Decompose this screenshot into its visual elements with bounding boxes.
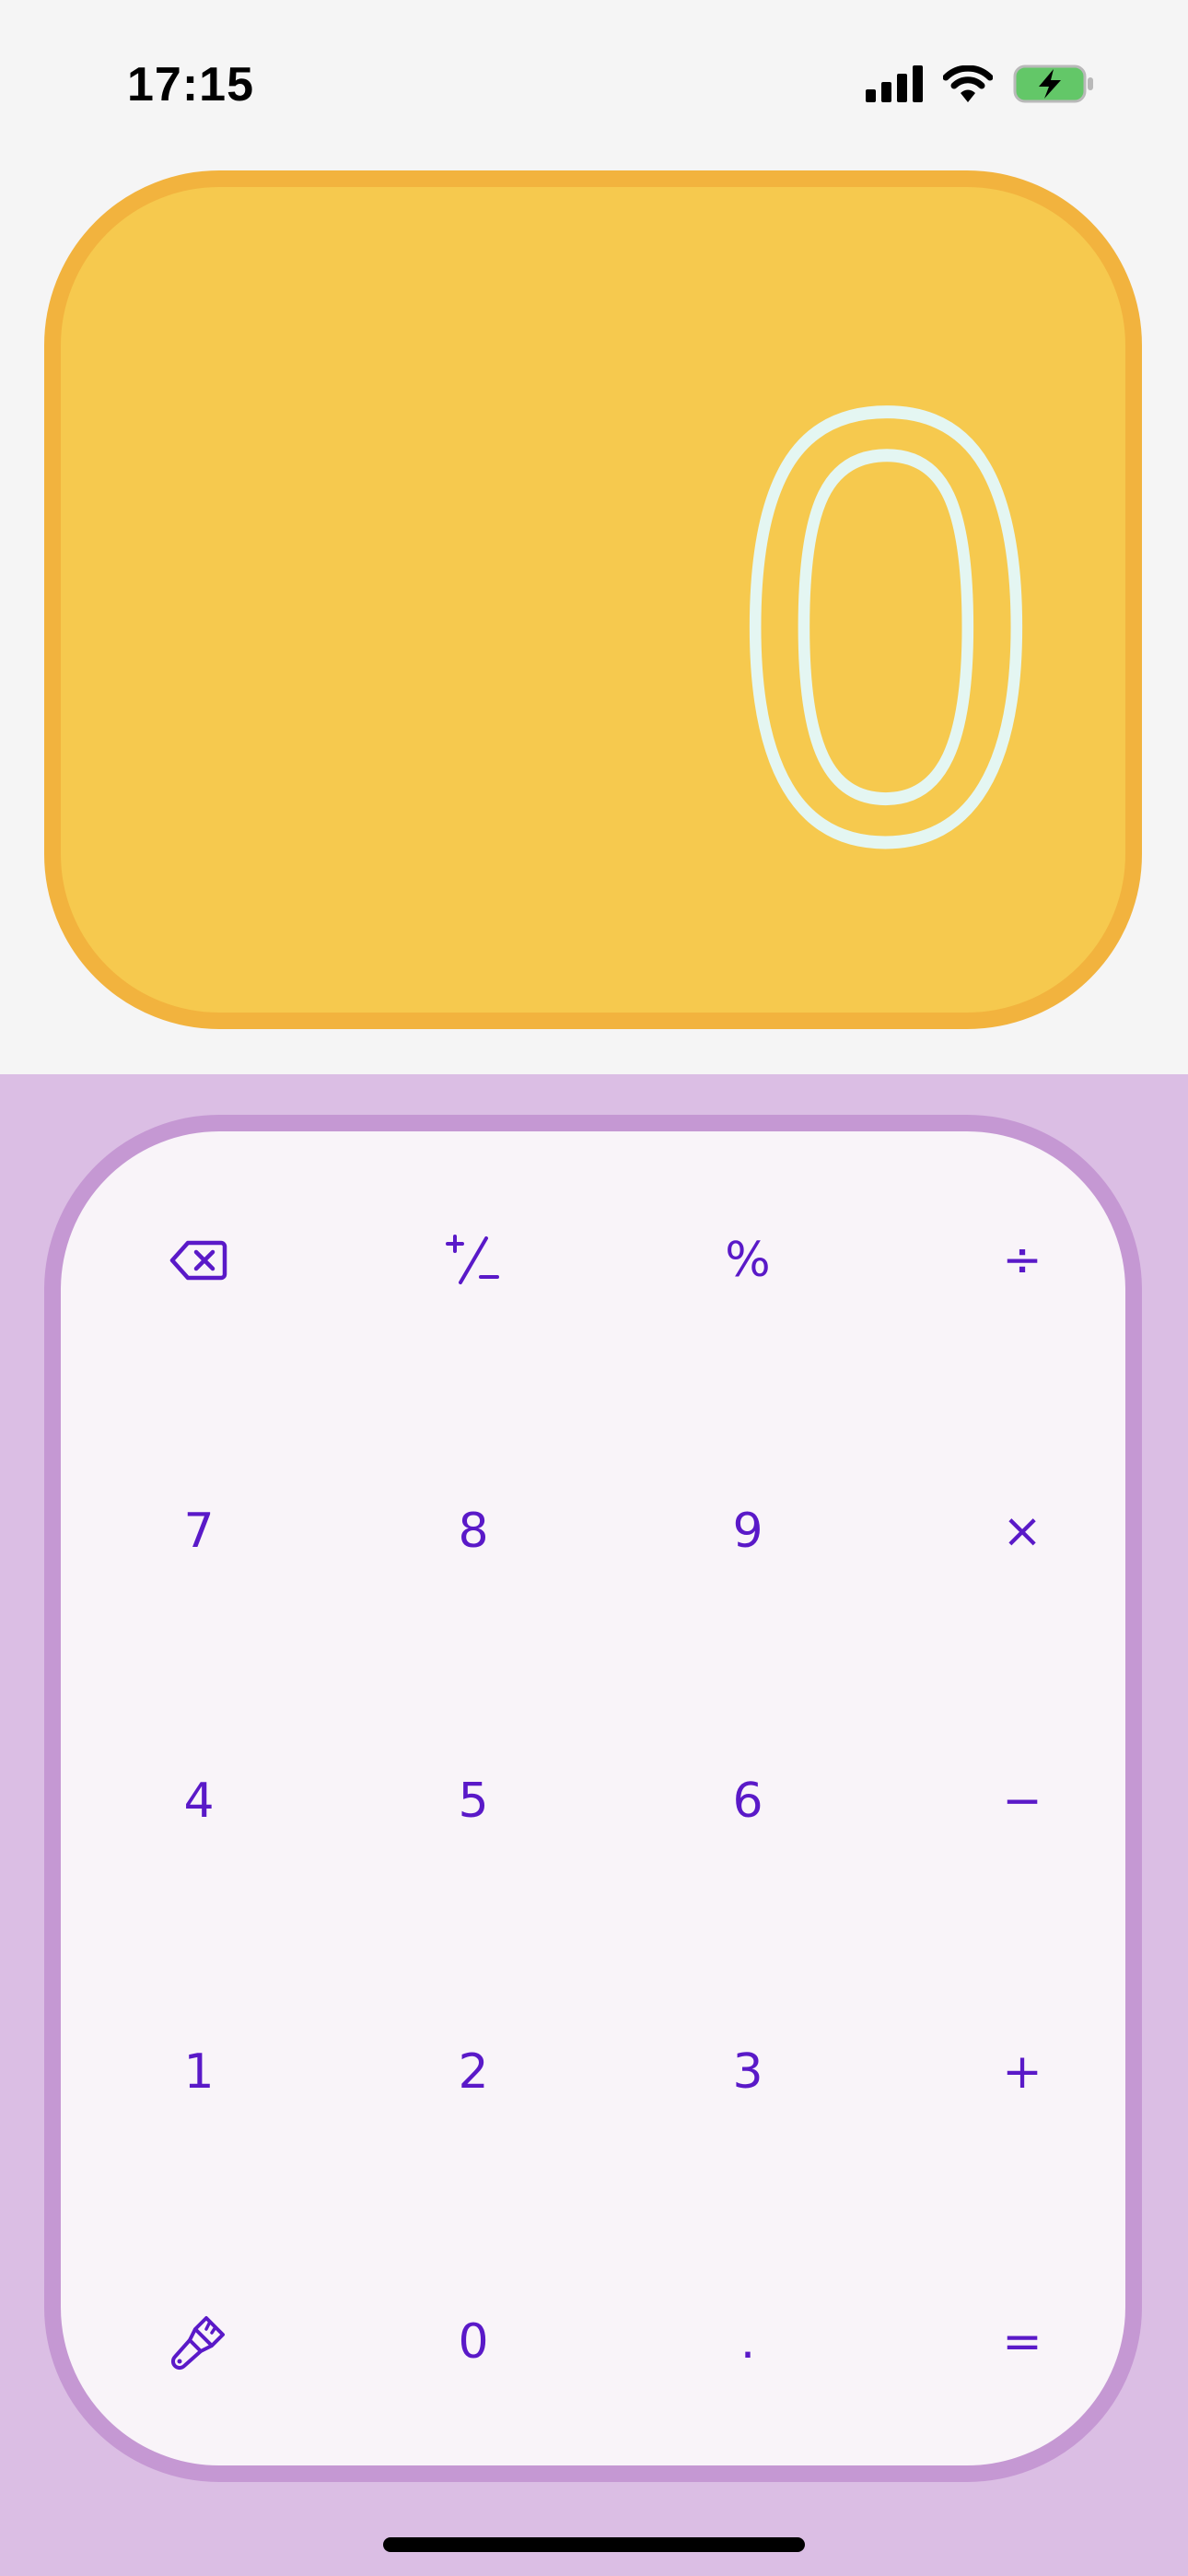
display-panel: 0 (44, 170, 1142, 1029)
display-value: 0 (720, 280, 1052, 972)
percent-button[interactable]: % (656, 1168, 840, 1352)
plus-minus-icon (446, 1235, 501, 1286)
digit-6-button[interactable]: 6 (656, 1709, 840, 1893)
digit-8-button[interactable]: 8 (381, 1439, 565, 1623)
plus-minus-button[interactable] (381, 1168, 565, 1352)
display-digit: 0 (734, 381, 1038, 869)
digit-1-button[interactable]: 1 (107, 1980, 291, 2164)
digit-9-button[interactable]: 9 (656, 1439, 840, 1623)
status-icons (866, 64, 1096, 103)
theme-button[interactable] (107, 2250, 291, 2434)
signal-icon (866, 65, 923, 102)
digit-7-button[interactable]: 7 (107, 1439, 291, 1623)
status-time: 17:15 (127, 58, 254, 111)
multiply-button[interactable]: × (930, 1439, 1114, 1623)
digit-4-button[interactable]: 4 (107, 1709, 291, 1893)
add-button[interactable]: + (930, 1980, 1114, 2164)
divide-button[interactable]: ÷ (930, 1168, 1114, 1352)
digit-3-button[interactable]: 3 (656, 1980, 840, 2164)
battery-charging-icon (1013, 64, 1096, 103)
digit-5-button[interactable]: 5 (381, 1709, 565, 1893)
digit-2-button[interactable]: 2 (381, 1980, 565, 2164)
decimal-button[interactable]: . (656, 2250, 840, 2434)
backspace-button[interactable] (107, 1168, 291, 1352)
subtract-button[interactable]: − (930, 1709, 1114, 1893)
wifi-icon (943, 65, 993, 102)
home-indicator[interactable] (383, 2537, 805, 2552)
equals-button[interactable]: = (930, 2250, 1114, 2434)
backspace-icon (169, 1238, 228, 1282)
status-bar: 17:15 (0, 0, 1188, 166)
paintbrush-icon (169, 2313, 228, 2371)
keypad: % ÷ 7 8 9 × 4 5 6 − 1 2 3 + 0 . = (44, 1115, 1142, 2482)
digit-0-button[interactable]: 0 (381, 2250, 565, 2434)
